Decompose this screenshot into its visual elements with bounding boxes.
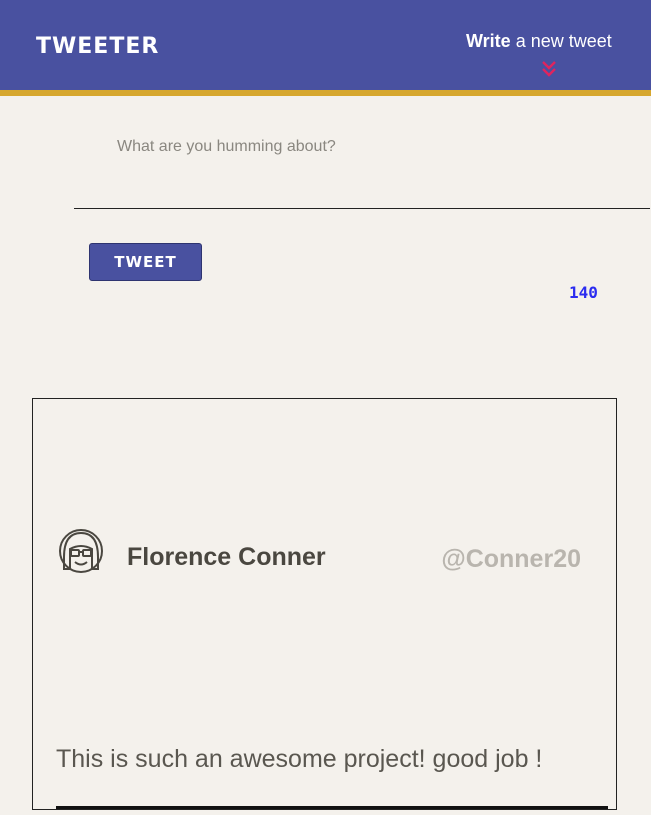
divider <box>56 806 608 809</box>
tweet-card: Florence Conner @Conner20 This is such a… <box>32 398 617 810</box>
write-new-tweet-toggle[interactable]: Write a new tweet <box>466 31 612 52</box>
tweet-submit-button[interactable]: TWEET <box>89 243 202 281</box>
character-counter: 140 <box>569 283 598 302</box>
brand-logo[interactable]: TWEETER <box>36 34 159 59</box>
tweet-text: This is such an awesome project! good jo… <box>56 745 543 773</box>
author-name: Florence Conner <box>127 543 326 571</box>
girl-avatar-icon <box>59 529 103 573</box>
tweet-compose-input[interactable] <box>74 128 650 209</box>
write-label-rest: a new tweet <box>510 31 612 51</box>
write-label-bold: Write <box>466 31 511 51</box>
top-navbar: TWEETER Write a new tweet <box>0 0 651 96</box>
double-chevron-down-icon[interactable] <box>540 60 558 78</box>
author-handle: @Conner20 <box>441 545 581 573</box>
